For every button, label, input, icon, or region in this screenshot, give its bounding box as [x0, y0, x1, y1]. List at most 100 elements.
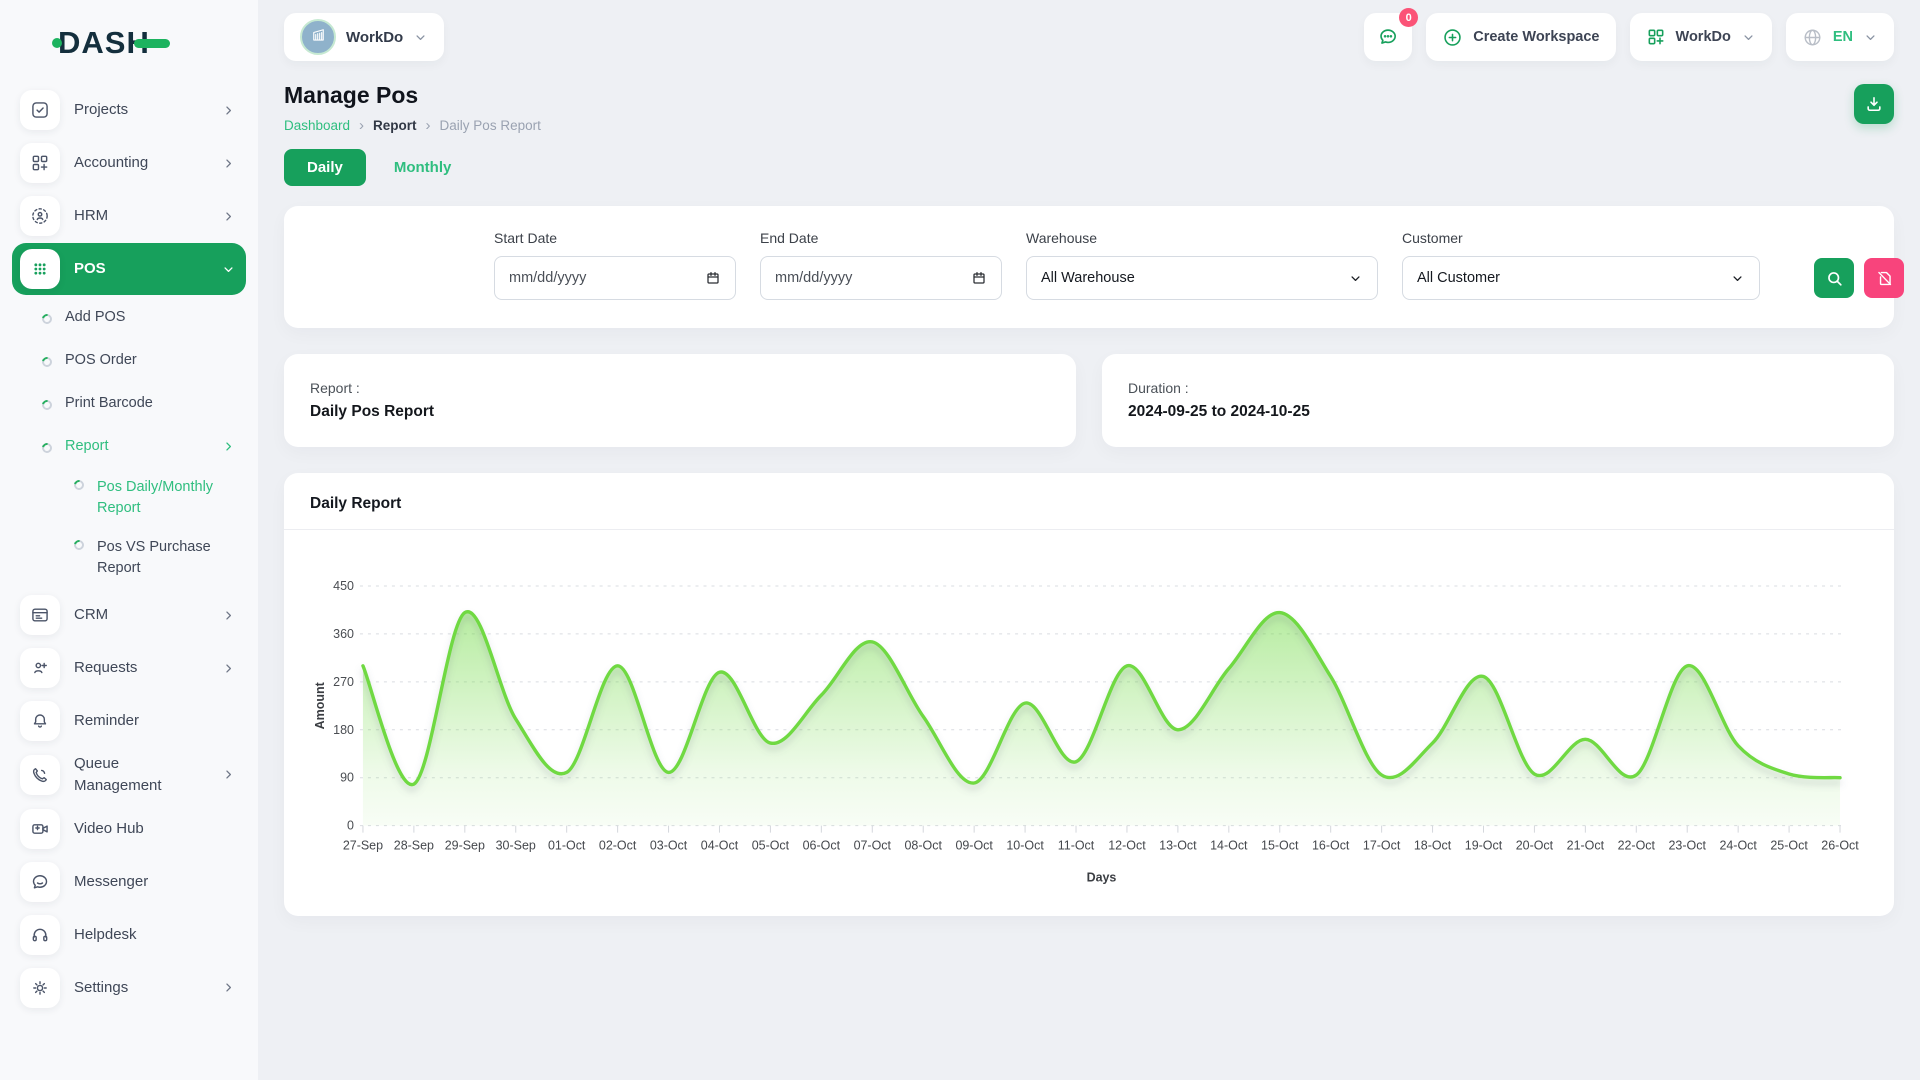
chevron-right-icon [221, 767, 236, 782]
building-icon [309, 25, 328, 49]
filter-actions [1814, 258, 1904, 300]
sidebar-item-reminder[interactable]: Reminder [12, 695, 246, 747]
sidebar-item-label: POS Order [65, 350, 137, 371]
sidebar-item-queue-management[interactable]: Queue Management [12, 748, 246, 802]
sidebar-item-label: Projects [74, 99, 128, 121]
svg-text:450: 450 [333, 579, 354, 593]
svg-text:30-Sep: 30-Sep [496, 839, 536, 853]
sidebar-item-crm[interactable]: CRM [12, 589, 246, 641]
main-area: WorkDo 0 Create Workspace WorkDo [258, 0, 1920, 1080]
sidebar-item-hrm[interactable]: HRM [12, 190, 246, 242]
chevron-down-icon [221, 262, 236, 277]
chevron-right-icon [221, 103, 236, 118]
sidebar-item-label: Video Hub [74, 818, 144, 840]
video-icon [20, 809, 60, 849]
sidebar-item-video-hub[interactable]: Video Hub [12, 803, 246, 855]
language-selector[interactable]: EN [1786, 13, 1894, 61]
svg-text:90: 90 [340, 771, 354, 785]
warehouse-label: Warehouse [1026, 230, 1378, 246]
svg-text:25-Oct: 25-Oct [1770, 839, 1808, 853]
sidebar-item-print-barcode[interactable]: Print Barcode [12, 382, 246, 425]
sidebar-item-label: Messenger [74, 871, 148, 893]
bullet-icon [40, 355, 54, 369]
breadcrumb-separator: › [359, 118, 364, 133]
warehouse-field: Warehouse All Warehouse [1026, 230, 1378, 300]
svg-text:21-Oct: 21-Oct [1567, 839, 1605, 853]
crm-icon [20, 595, 60, 635]
svg-text:26-Oct: 26-Oct [1821, 839, 1859, 853]
accounting-icon [20, 143, 60, 183]
download-button[interactable] [1854, 84, 1894, 124]
svg-text:29-Sep: 29-Sep [445, 839, 485, 853]
svg-text:01-Oct: 01-Oct [548, 839, 586, 853]
bullet-icon [72, 538, 86, 552]
workspace-switcher[interactable]: WorkDo [284, 13, 444, 61]
sidebar-item-pos-daily-monthly-report[interactable]: Pos Daily/Monthly Report [12, 468, 246, 528]
sidebar-item-report[interactable]: Report [12, 425, 246, 468]
search-icon [1825, 269, 1844, 288]
workdo-menu[interactable]: WorkDo [1630, 13, 1772, 61]
chevron-down-icon [1741, 30, 1756, 45]
workspace-avatar [300, 19, 336, 55]
warehouse-select[interactable]: All Warehouse [1026, 256, 1378, 300]
create-workspace-button[interactable]: Create Workspace [1426, 13, 1615, 61]
sidebar-item-label: Pos VS Purchase Report [97, 537, 236, 579]
sidebar-item-messenger[interactable]: Messenger [12, 856, 246, 908]
sidebar-item-add-pos[interactable]: Add POS [12, 296, 246, 339]
messages-button[interactable]: 0 [1364, 13, 1412, 61]
tab-daily[interactable]: Daily [284, 149, 366, 186]
chevron-down-icon [1863, 30, 1878, 45]
create-workspace-label: Create Workspace [1473, 29, 1599, 45]
customer-field: Customer All Customer [1402, 230, 1760, 300]
sidebar-item-projects[interactable]: Projects [12, 84, 246, 136]
chevron-right-icon [221, 209, 236, 224]
chevron-right-icon [221, 156, 236, 171]
search-button[interactable] [1814, 258, 1854, 298]
sidebar-item-label: Settings [74, 977, 128, 999]
tab-monthly[interactable]: Monthly [378, 149, 468, 186]
bullet-icon [40, 441, 54, 455]
chevron-right-icon [221, 608, 236, 623]
sidebar-item-pos[interactable]: POS [12, 243, 246, 295]
sidebar-nav: Projects AccountingHRMPOSAdd POS POS Order… [12, 84, 246, 1014]
svg-text:22-Oct: 22-Oct [1618, 839, 1656, 853]
svg-text:05-Oct: 05-Oct [752, 839, 790, 853]
breadcrumb-report[interactable]: Report [373, 118, 417, 133]
end-date-input[interactable] [775, 270, 925, 286]
svg-text:180: 180 [333, 723, 354, 737]
customer-select[interactable]: All Customer [1402, 256, 1760, 300]
svg-text:10-Oct: 10-Oct [1006, 839, 1044, 853]
calendar-icon[interactable] [705, 270, 721, 286]
bullet-icon [40, 398, 54, 412]
chevron-right-icon [221, 439, 236, 454]
sidebar-item-accounting[interactable]: Accounting [12, 137, 246, 189]
svg-text:27-Sep: 27-Sep [343, 839, 383, 853]
sidebar-item-pos-order[interactable]: POS Order [12, 339, 246, 382]
reset-button[interactable] [1864, 258, 1904, 298]
end-date-input-wrap [760, 256, 1002, 300]
breadcrumb-dashboard[interactable]: Dashboard [284, 118, 350, 133]
brand-logo[interactable]: DASH [52, 22, 246, 62]
svg-text:24-Oct: 24-Oct [1719, 839, 1757, 853]
sidebar-item-requests[interactable]: Requests [12, 642, 246, 694]
sidebar-item-helpdesk[interactable]: Helpdesk [12, 909, 246, 961]
sidebar-item-pos-vs-purchase-report[interactable]: Pos VS Purchase Report [12, 528, 246, 588]
filter-card: Start Date End Date Warehouse [284, 206, 1894, 328]
svg-text:0: 0 [347, 819, 354, 833]
svg-text:12-Oct: 12-Oct [1108, 839, 1146, 853]
report-label: Report : [310, 380, 1050, 396]
sidebar-item-label: Requests [74, 657, 137, 679]
report-card: Report : Daily Pos Report [284, 354, 1076, 447]
svg-text:06-Oct: 06-Oct [803, 839, 841, 853]
calendar-icon[interactable] [971, 270, 987, 286]
svg-text:270: 270 [333, 675, 354, 689]
sidebar-item-label: Print Barcode [65, 393, 153, 414]
svg-text:20-Oct: 20-Oct [1516, 839, 1554, 853]
top-header: WorkDo 0 Create Workspace WorkDo [258, 0, 1920, 68]
start-date-input[interactable] [509, 270, 659, 286]
requests-icon [20, 648, 60, 688]
sidebar-item-settings[interactable]: Settings [12, 962, 246, 1014]
app-root: DASH Projects AccountingHRMPOSAdd POS POS … [0, 0, 1920, 1080]
reset-icon [1875, 269, 1894, 288]
svg-text:03-Oct: 03-Oct [650, 839, 688, 853]
